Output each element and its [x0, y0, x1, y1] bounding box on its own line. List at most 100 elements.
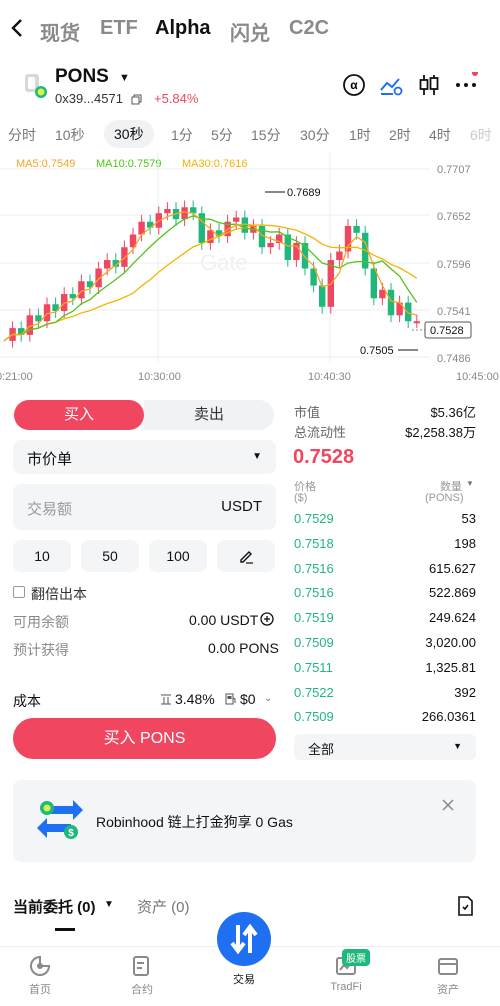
last-price: 0.7528	[293, 446, 355, 468]
interval-item[interactable]: 2时	[389, 125, 411, 145]
orderbook-filter[interactable]: 全部 ▼	[294, 734, 476, 760]
slippage-icon	[161, 694, 171, 705]
x-tick: 0:21:00	[0, 371, 33, 383]
orderbook-qty: 1,325.81	[425, 659, 476, 675]
bottom-tab-futures[interactable]: 合约	[112, 955, 172, 997]
orderbook-qty: 615.627	[429, 560, 476, 576]
chevron-down-icon[interactable]: ▼	[119, 72, 130, 84]
orderbook-row[interactable]: 0.7518 198	[294, 536, 476, 560]
estimate-label: 预计获得	[13, 642, 69, 658]
available-label: 可用余额	[13, 614, 69, 630]
orderbook-price: 0.7518	[294, 535, 334, 551]
candle-body	[78, 281, 85, 299]
orderbook-price: 0.7516	[294, 585, 334, 601]
cost-percent[interactable]: 3.48%	[175, 691, 215, 707]
orderbook-qty: 198	[454, 535, 476, 551]
buy-button[interactable]: 买入 PONS	[13, 718, 276, 759]
orderbook-row[interactable]: 0.7519 249.624	[294, 610, 476, 634]
stock-badge: 股票	[342, 949, 370, 966]
tab-alpha[interactable]: Alpha	[155, 17, 211, 40]
copy-icon[interactable]	[131, 94, 142, 105]
order-type-select[interactable]: 市价单 ▼	[13, 440, 276, 474]
bottom-tab-assets[interactable]: 资产	[418, 955, 478, 997]
interval-item[interactable]: 5分	[211, 125, 233, 145]
interval-item[interactable]: 30分	[300, 125, 330, 145]
swap-promo-icon: $	[37, 800, 83, 839]
price-unit: ($)	[294, 492, 308, 504]
interval-item[interactable]: 1时	[349, 125, 371, 145]
tab-etf[interactable]: ETF	[100, 17, 138, 40]
chevron-down-icon[interactable]: ▼	[466, 479, 474, 488]
chevron-down-icon[interactable]: ⌄	[264, 693, 272, 704]
tab-current-orders[interactable]: 当前委托 (0)	[13, 896, 96, 917]
back-arrow-icon[interactable]	[8, 16, 28, 40]
interval-item-active[interactable]: 30秒	[104, 120, 154, 148]
low-label: 0.7505	[360, 345, 394, 357]
candle-body	[319, 285, 326, 307]
orderbook-row[interactable]: 0.7509 3,020.00	[294, 635, 476, 659]
alpha-icon[interactable]: α	[341, 72, 367, 98]
add-funds-icon[interactable]	[260, 612, 274, 626]
amount-unit: USDT	[221, 498, 262, 515]
amount-input[interactable]: 交易额 USDT	[13, 484, 276, 530]
liquidity-value: $2,258.38万	[405, 425, 476, 440]
tab-sell[interactable]: 卖出	[144, 400, 274, 430]
y-tick: 0.7541	[437, 306, 471, 318]
orderbook-qty: 266.0361	[421, 709, 476, 725]
orderbook-row[interactable]: 0.7511 1,325.81	[294, 660, 476, 684]
bottom-tab-label: 资产	[437, 984, 459, 996]
candle-body	[405, 302, 412, 322]
bottom-tab-trade[interactable]: 交易	[214, 911, 274, 987]
orderbook-row[interactable]: 0.7522 392	[294, 685, 476, 709]
interval-item[interactable]: 10秒	[55, 125, 85, 145]
active-tab-indicator	[55, 928, 75, 931]
bottom-tab-label: 交易	[233, 974, 255, 986]
orderbook-row[interactable]: 0.7516 522.869	[294, 585, 476, 609]
candle-icon[interactable]	[416, 72, 442, 98]
bottom-tab-home[interactable]: 首页	[10, 955, 70, 997]
interval-item[interactable]: 1分	[171, 125, 193, 145]
promo-banner[interactable]: $ Robinhood 链上打金狗享 0 Gas	[13, 780, 476, 862]
estimate-value: 0.00 PONS	[208, 640, 279, 656]
chevron-down-icon: ▼	[453, 741, 462, 751]
quick-amount-10[interactable]: 10	[13, 540, 71, 572]
chart-settings-icon[interactable]	[378, 72, 404, 98]
edit-amount-button[interactable]	[217, 540, 275, 572]
orderbook-row[interactable]: 0.7516 615.627	[294, 561, 476, 585]
tab-spot[interactable]: 现货	[40, 17, 80, 46]
quick-amount-50[interactable]: 50	[81, 540, 139, 572]
quick-amount-100[interactable]: 100	[149, 540, 207, 572]
tab-buy[interactable]: 买入	[14, 400, 144, 430]
wallet-icon	[438, 958, 458, 975]
candle-body	[104, 260, 111, 269]
tab-assets[interactable]: 资产 (0)	[137, 896, 190, 917]
order-history-icon[interactable]	[456, 896, 474, 916]
price-change: +5.84%	[154, 91, 199, 106]
interval-item[interactable]: 4时	[429, 125, 451, 145]
close-icon[interactable]	[441, 798, 455, 812]
orderbook-qty: 522.869	[429, 585, 476, 601]
tab-c2c[interactable]: C2C	[289, 17, 329, 40]
orderbook-price: 0.7519	[294, 610, 334, 626]
chevron-down-icon[interactable]: ▼	[104, 899, 114, 910]
candle-body	[413, 321, 420, 324]
x-tick: 10:45:00	[456, 371, 499, 383]
interval-item[interactable]: 15分	[251, 125, 281, 145]
order-type-value: 市价单	[27, 451, 73, 468]
bottom-tab-bar: 首页 合约 交易 TradFi 股票 资产	[0, 912, 500, 1006]
amount-placeholder: 交易额	[27, 501, 73, 518]
orderbook-row[interactable]: 0.7529 53	[294, 511, 476, 535]
interval-item[interactable]: 分时	[8, 125, 36, 145]
cost-fee[interactable]: $0	[240, 691, 256, 707]
double-checkbox[interactable]	[13, 586, 25, 598]
bottom-tab-label: 合约	[131, 984, 153, 996]
orderbook-price: 0.7522	[294, 684, 334, 700]
interval-item[interactable]: 6时	[470, 125, 492, 145]
token-name[interactable]: PONS	[55, 66, 109, 88]
candlestick-chart[interactable]: Gate 0.7707 0.7652 0.7596 0.7541 0.7486 …	[0, 152, 500, 388]
tab-swap[interactable]: 闪兑	[230, 17, 270, 46]
candle-body	[241, 217, 248, 233]
more-icon[interactable]	[453, 72, 479, 98]
x-tick: 10:40:30	[308, 371, 351, 383]
orderbook-row[interactable]: 0.7509 266.0361	[294, 709, 476, 733]
